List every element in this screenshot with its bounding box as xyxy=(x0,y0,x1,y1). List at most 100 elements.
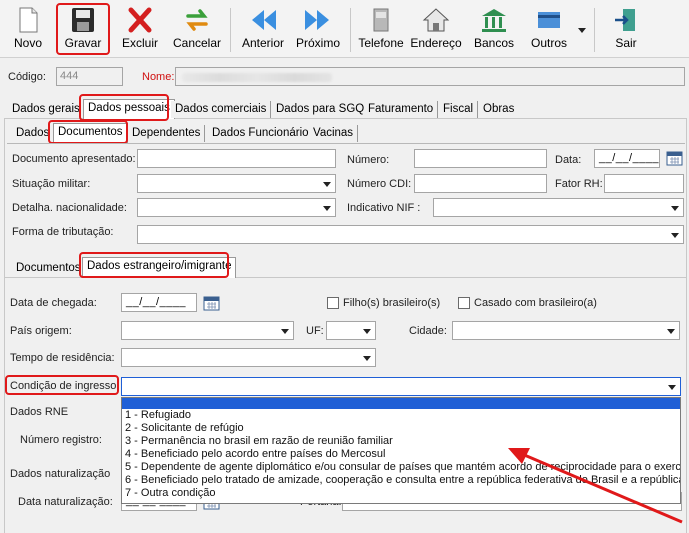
subtab-dados[interactable]: Dados xyxy=(12,125,55,142)
gravar-button[interactable]: Gravar xyxy=(58,2,108,56)
calendar-icon[interactable] xyxy=(666,149,683,166)
chevron-down-icon xyxy=(277,323,292,338)
chevron-down-icon xyxy=(664,379,679,394)
proximo-button[interactable]: Próximo xyxy=(293,2,343,56)
chevron-down-icon xyxy=(667,227,682,242)
documento-apresentado-input[interactable] xyxy=(137,149,336,168)
tempo-residencia-label: Tempo de residência: xyxy=(10,352,115,364)
numero-cdi-label: Número CDI: xyxy=(347,178,412,190)
pais-origem-select[interactable] xyxy=(121,321,294,340)
chevron-down-icon xyxy=(359,350,374,365)
data-chegada-input[interactable]: __/__/____ xyxy=(121,293,197,312)
new-document-icon xyxy=(19,7,38,33)
toolbar-separator xyxy=(594,8,595,52)
annotation-arrow xyxy=(508,448,683,524)
delete-x-icon xyxy=(128,7,152,33)
cidade-label: Cidade: xyxy=(409,325,447,337)
previous-arrow-icon xyxy=(252,10,276,30)
tab-dados-sgq[interactable]: Dados para SGQ xyxy=(272,101,370,118)
tab-dados-comerciais[interactable]: Dados comerciais xyxy=(171,101,272,118)
subtab-dados-funcionario[interactable]: Dados Funcionário xyxy=(208,125,314,142)
tempo-residencia-select[interactable] xyxy=(121,348,376,367)
cancelar-label: Cancelar xyxy=(172,36,222,50)
tab-obras[interactable]: Obras xyxy=(479,101,519,118)
inner-tab-documentos[interactable]: Documentos xyxy=(12,260,86,277)
nome-label: Nome: xyxy=(142,71,175,83)
tab-dados-gerais[interactable]: Dados gerais xyxy=(8,101,85,118)
outros-card-icon xyxy=(538,12,560,28)
numero-cdi-input[interactable] xyxy=(414,174,547,193)
numero-registro-label: Número registro: xyxy=(20,434,102,446)
casado-brasileiro-label: Casado com brasileiro(a) xyxy=(474,297,597,309)
bancos-label: Bancos xyxy=(473,36,515,50)
dados-naturalizacao-label: Dados naturalização xyxy=(10,468,111,480)
toolbar-separator xyxy=(350,8,351,52)
fator-rh-input[interactable] xyxy=(604,174,684,193)
data-chegada-label: Data de chegada: xyxy=(10,297,97,309)
situacao-militar-select[interactable] xyxy=(137,174,336,193)
novo-label: Novo xyxy=(13,36,42,50)
chevron-down-icon xyxy=(359,323,374,338)
data-naturalizacao-label: Data naturalização: xyxy=(18,496,113,508)
condicao-ingresso-select[interactable] xyxy=(121,377,681,396)
redacted-name xyxy=(182,73,332,82)
dados-rne-label: Dados RNE xyxy=(10,406,69,418)
inner-tab-dados-estrangeiro[interactable]: Dados estrangeiro/imigrante xyxy=(82,257,237,278)
detalha-nacionalidade-label: Detalha. nacionalidade: xyxy=(12,202,127,214)
indicativo-nif-label: Indicativo NIF : xyxy=(347,202,421,214)
endereco-button[interactable]: Endereço xyxy=(408,2,464,56)
novo-button[interactable]: Novo xyxy=(6,2,50,56)
numero-input[interactable] xyxy=(414,149,547,168)
telefone-button[interactable]: Telefone xyxy=(356,2,406,56)
outros-button[interactable]: Outros xyxy=(524,2,574,56)
detalha-nacionalidade-select[interactable] xyxy=(137,198,336,217)
anterior-button[interactable]: Anterior xyxy=(236,2,290,56)
gravar-label: Gravar xyxy=(64,36,102,50)
tab-fiscal[interactable]: Fiscal xyxy=(439,101,479,118)
save-disk-icon xyxy=(72,8,94,32)
situacao-militar-label: Situação militar: xyxy=(12,178,91,190)
chevron-down-icon xyxy=(663,323,678,338)
excluir-button[interactable]: Excluir xyxy=(118,2,162,56)
nome-input[interactable] xyxy=(175,67,685,86)
dropdown-option[interactable]: 1 - Refugiado xyxy=(122,409,680,422)
cidade-select[interactable] xyxy=(452,321,680,340)
cancelar-button[interactable]: Cancelar xyxy=(170,2,224,56)
sair-button[interactable]: Sair xyxy=(606,2,646,56)
bank-icon xyxy=(482,9,506,32)
pais-origem-label: País origem: xyxy=(10,325,72,337)
next-arrow-icon xyxy=(305,10,329,30)
calendar-icon[interactable] xyxy=(203,294,220,311)
codigo-input[interactable]: 444 xyxy=(56,67,123,86)
dropdown-option-empty[interactable] xyxy=(122,398,680,409)
dropdown-option[interactable]: 2 - Solicitante de refúgio xyxy=(122,422,680,435)
casado-brasileiro-checkbox[interactable] xyxy=(458,297,470,309)
forma-tributacao-select[interactable] xyxy=(137,225,684,244)
filhos-brasileiros-label: Filho(s) brasileiro(s) xyxy=(343,297,441,309)
sair-label: Sair xyxy=(615,36,637,50)
bancos-button[interactable]: Bancos xyxy=(470,2,518,56)
data-input[interactable]: __/__/____ xyxy=(594,149,660,168)
uf-select[interactable] xyxy=(326,321,376,340)
subtab-documentos[interactable]: Documentos xyxy=(53,123,128,143)
tab-faturamento[interactable]: Faturamento xyxy=(364,101,439,118)
outros-label: Outros xyxy=(530,36,567,50)
indicativo-nif-select[interactable] xyxy=(433,198,684,217)
codigo-label: Código: xyxy=(8,71,46,83)
chevron-down-icon xyxy=(319,200,334,215)
phone-icon xyxy=(373,8,389,32)
uf-label: UF: xyxy=(306,325,324,337)
fator-rh-label: Fator RH: xyxy=(555,178,603,190)
outros-dropdown-icon[interactable] xyxy=(578,28,586,33)
subtab-dependentes[interactable]: Dependentes xyxy=(128,125,206,142)
anterior-label: Anterior xyxy=(241,36,285,50)
forma-tributacao-label: Forma de tributação: xyxy=(12,226,114,238)
chevron-down-icon xyxy=(319,176,334,191)
exit-door-icon xyxy=(615,9,635,31)
tab-dados-pessoais[interactable]: Dados pessoais xyxy=(83,99,175,119)
subtab-vacinas[interactable]: Vacinas xyxy=(309,125,359,142)
chevron-down-icon xyxy=(667,200,682,215)
subtab-divider xyxy=(7,143,685,144)
filhos-brasileiros-checkbox[interactable] xyxy=(327,297,339,309)
telefone-label: Telefone xyxy=(358,36,404,50)
